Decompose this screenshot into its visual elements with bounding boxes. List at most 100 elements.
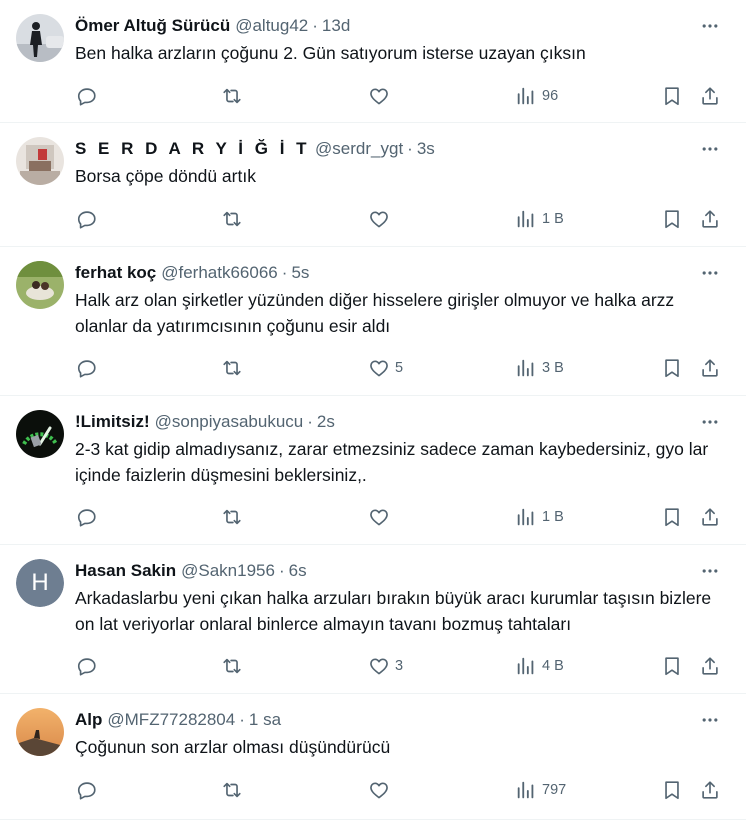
separator-dot: · <box>407 139 413 158</box>
views-button[interactable]: 797 <box>515 775 566 805</box>
reply-icon <box>77 658 96 676</box>
retweet-button[interactable] <box>221 651 248 681</box>
reply-button[interactable] <box>76 204 103 234</box>
more-options-icon[interactable] <box>698 410 722 434</box>
username[interactable]: @altug42 <box>235 16 308 36</box>
heart-icon <box>370 658 388 675</box>
share-button[interactable] <box>699 502 721 532</box>
reply-button[interactable] <box>76 775 103 805</box>
tweet[interactable]: S E R D A R Y İ Ğ İ T @serdr_ygt · 3s Bo… <box>0 123 746 247</box>
display-name[interactable]: Ömer Altuğ Sürücü <box>75 16 230 36</box>
share-icon <box>702 508 718 526</box>
reply-button[interactable] <box>76 651 103 681</box>
more-options-icon[interactable] <box>698 708 722 732</box>
like-button[interactable] <box>368 502 395 532</box>
views-button[interactable]: 4 B <box>515 651 564 681</box>
username[interactable]: @sonpiyasabukucu <box>155 412 304 432</box>
retweet-button[interactable] <box>221 775 248 805</box>
view-count: 797 <box>542 782 567 798</box>
share-button[interactable] <box>699 775 721 805</box>
heart-icon <box>370 88 388 105</box>
share-icon <box>702 657 718 675</box>
retweet-button[interactable] <box>221 353 248 383</box>
retweet-button[interactable] <box>221 502 248 532</box>
username[interactable]: @serdr_ygt <box>315 139 403 159</box>
username[interactable]: @ferhatk66066 <box>161 263 278 283</box>
timestamp[interactable]: 3s <box>417 139 435 159</box>
tweet-actions: 96 <box>0 81 746 111</box>
view-count: 3 B <box>542 360 564 376</box>
heart-icon <box>370 360 388 377</box>
reply-button[interactable] <box>76 502 103 532</box>
more-options-icon[interactable] <box>698 14 722 38</box>
more-options-icon[interactable] <box>698 559 722 583</box>
avatar[interactable] <box>16 261 64 309</box>
avatar-letter: H <box>16 559 64 607</box>
views-button[interactable]: 3 B <box>515 353 564 383</box>
more-options-icon[interactable] <box>698 261 722 285</box>
timestamp[interactable]: 2s <box>317 412 335 432</box>
bookmark-button[interactable] <box>661 81 683 111</box>
view-count: 1 B <box>542 211 564 227</box>
tweet[interactable]: !Limitsiz! @sonpiyasabukucu · 2s 2-3 kat… <box>0 396 746 545</box>
bookmark-button[interactable] <box>661 502 683 532</box>
separator-dot: · <box>312 16 318 35</box>
tweet[interactable]: ferhat koç @ferhatk66066 · 5s Halk arz o… <box>0 247 746 396</box>
reply-button[interactable] <box>76 353 103 383</box>
display-name[interactable]: ferhat koç <box>75 263 156 283</box>
timestamp[interactable]: 13d <box>322 16 350 36</box>
retweet-button[interactable] <box>221 204 248 234</box>
tweet-actions: 5 3 B <box>0 353 746 383</box>
view-count: 96 <box>542 88 559 104</box>
tweet-actions: 1 B <box>0 502 746 532</box>
share-button[interactable] <box>699 651 721 681</box>
tweet-actions: 1 B <box>0 204 746 234</box>
silhouette-avatar-image <box>16 14 64 62</box>
reply-icon <box>77 509 96 527</box>
display-name[interactable]: Alp <box>75 710 102 730</box>
retweet-button[interactable] <box>221 81 248 111</box>
views-button[interactable]: 1 B <box>515 204 564 234</box>
more-options-icon[interactable] <box>698 137 722 161</box>
like-button[interactable]: 3 <box>368 651 403 681</box>
avatar[interactable]: H <box>16 559 64 607</box>
share-button[interactable] <box>699 353 721 383</box>
like-button[interactable] <box>368 204 395 234</box>
views-button[interactable]: 96 <box>515 81 558 111</box>
timestamp[interactable]: 1 sa <box>249 710 281 730</box>
bookmark-icon <box>665 210 679 229</box>
tweet-text: Çoğunun son arzlar olması düşündürücü <box>75 737 391 757</box>
avatar[interactable] <box>16 708 64 756</box>
heart-icon <box>370 782 388 799</box>
avatar[interactable] <box>16 137 64 185</box>
timestamp[interactable]: 6s <box>289 561 307 581</box>
retweet-icon <box>223 211 241 227</box>
avatar[interactable] <box>16 14 64 62</box>
views-icon <box>517 781 534 799</box>
display-name[interactable]: Hasan Sakin <box>75 561 176 581</box>
display-name[interactable]: !Limitsiz! <box>75 412 150 432</box>
like-button[interactable] <box>368 775 395 805</box>
username[interactable]: @MFZ77282804 <box>107 710 235 730</box>
bookmark-button[interactable] <box>661 775 683 805</box>
display-name[interactable]: S E R D A R Y İ Ğ İ T <box>75 139 310 159</box>
separator-dot: · <box>278 561 285 580</box>
views-button[interactable]: 1 B <box>515 502 564 532</box>
share-button[interactable] <box>699 81 721 111</box>
separator-dot: · <box>281 263 288 282</box>
reply-button[interactable] <box>76 81 103 111</box>
like-button[interactable]: 5 <box>368 353 403 383</box>
tweet[interactable]: Alp @MFZ77282804 · 1 sa Çoğunun son arzl… <box>0 694 746 820</box>
room-photo-avatar-image <box>16 137 64 185</box>
tweet[interactable]: Ömer Altuğ Sürücü @altug42 · 13d Ben hal… <box>0 0 746 123</box>
username[interactable]: @Sakn1956 <box>181 561 275 581</box>
bookmark-button[interactable] <box>661 204 683 234</box>
bookmark-button[interactable] <box>661 353 683 383</box>
share-button[interactable] <box>699 204 721 234</box>
avatar[interactable] <box>16 410 64 458</box>
bookmark-button[interactable] <box>661 651 683 681</box>
like-button[interactable] <box>368 81 395 111</box>
tweet[interactable]: H Hasan Sakin @Sakn1956 · 6s Arkadaslarb… <box>0 545 746 694</box>
share-icon <box>702 210 718 228</box>
timestamp[interactable]: 5s <box>291 263 309 283</box>
